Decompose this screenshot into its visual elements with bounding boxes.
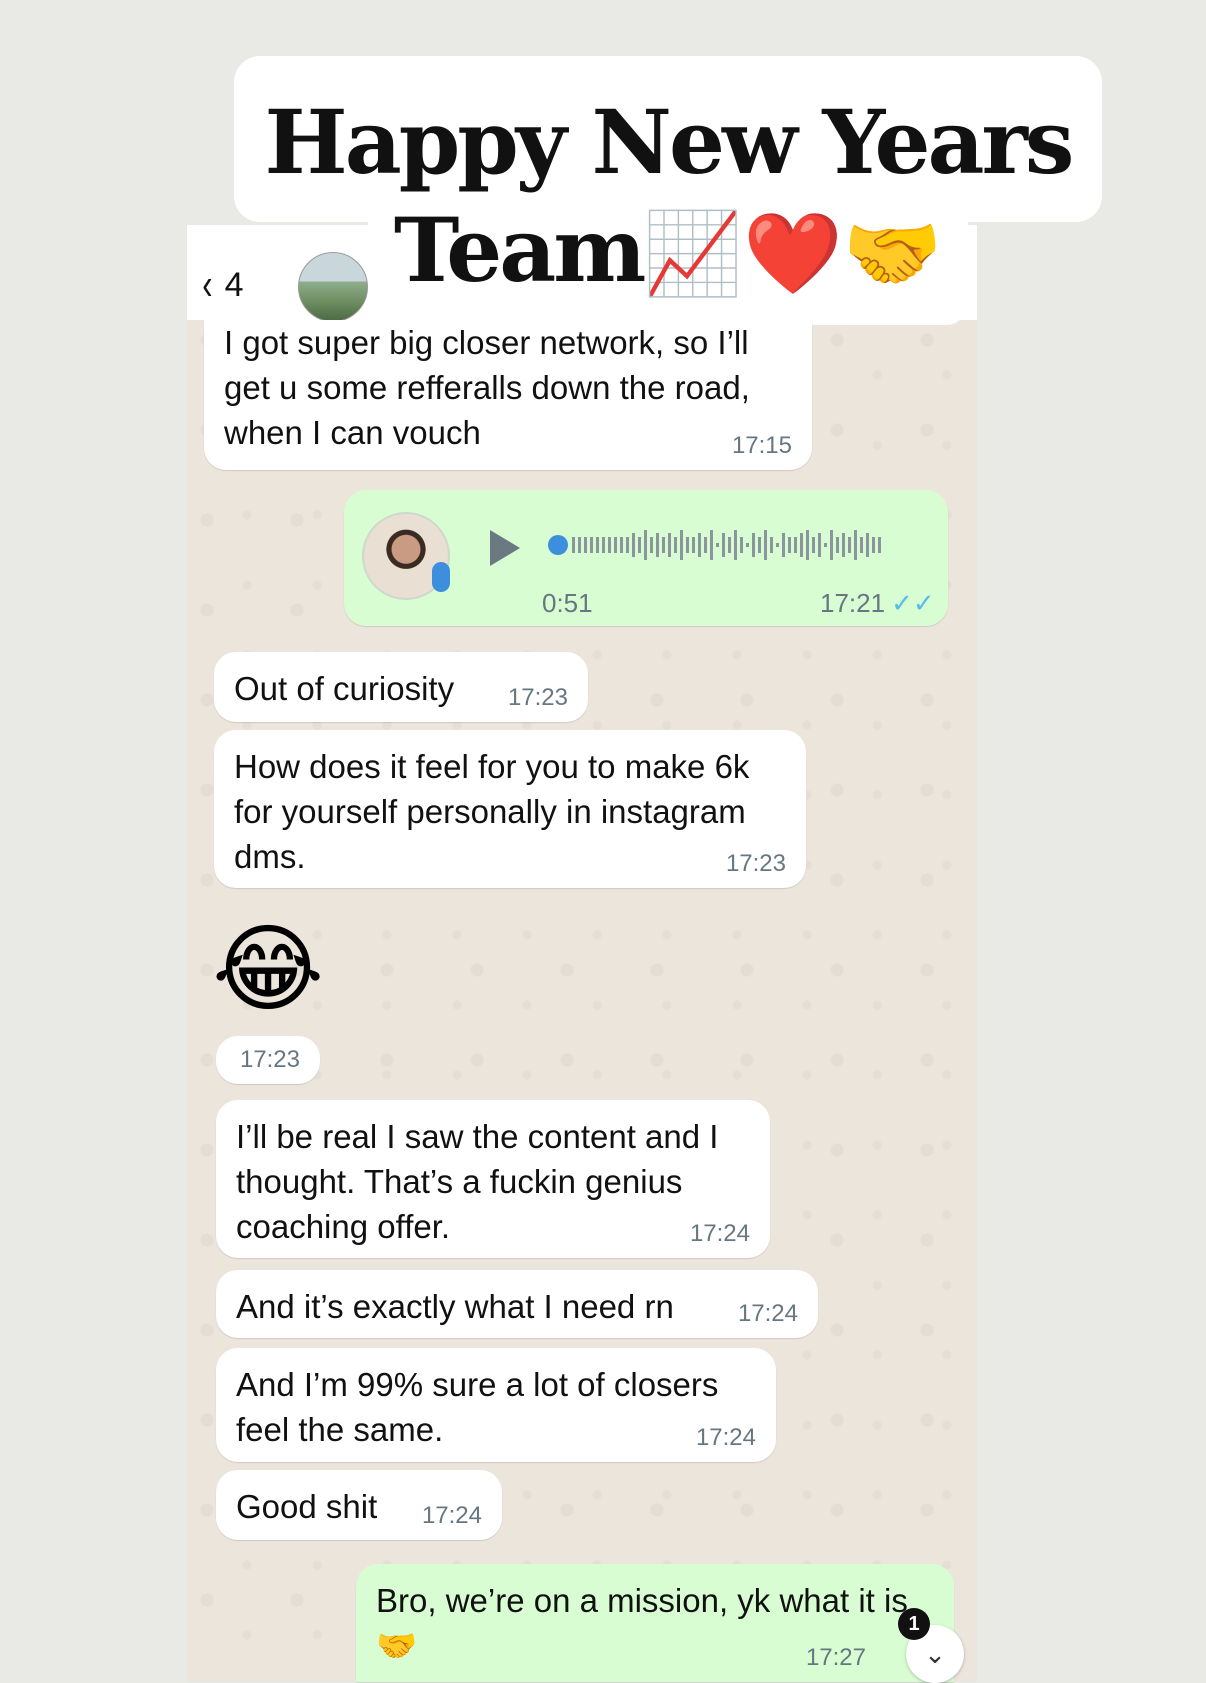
audio-waveform[interactable] — [548, 528, 920, 562]
message-time: 17:21 — [820, 588, 886, 618]
message-text: How does it feel for you to make 6k for … — [234, 748, 750, 875]
voice-duration: 0:51 — [542, 588, 593, 618]
message-time: 17:15 — [731, 432, 792, 459]
message-time: 17:23 — [725, 850, 786, 877]
read-ticks-icon: ✓✓ — [891, 588, 935, 618]
message-time: 17:24 — [421, 1502, 482, 1529]
message-bubble[interactable]: Good shit 17:24 — [216, 1470, 502, 1540]
message-bubble[interactable]: I’ll be real I saw the content and I tho… — [216, 1100, 770, 1258]
message-bubble[interactable]: 17:23 — [216, 1036, 320, 1084]
emoji-message[interactable]: 😂 — [212, 915, 324, 1025]
message-text: And it’s exactly what I need rn — [236, 1288, 674, 1325]
message-time: 17:24 — [695, 1424, 756, 1451]
message-bubble[interactable]: And it’s exactly what I need rn 17:24 — [216, 1270, 818, 1338]
message-bubble[interactable]: I got super big closer network, so I’ll … — [204, 320, 812, 470]
message-time: 17:23 — [507, 684, 568, 711]
message-time: 17:24 — [689, 1220, 750, 1247]
message-text: And I’m 99% sure a lot of closers feel t… — [236, 1366, 719, 1448]
message-bubble[interactable]: Bro, we’re on a mission, yk what it is 🤝… — [356, 1564, 954, 1682]
title-line-1: Happy New Years — [264, 90, 1075, 194]
message-time: 17:24 — [737, 1300, 798, 1327]
message-bubble[interactable]: Out of curiosity 17:23 — [214, 652, 588, 722]
message-bubble[interactable]: And I’m 99% sure a lot of closers feel t… — [216, 1348, 776, 1462]
story-title: Happy New Years Team📈❤️🤝 — [234, 88, 1102, 307]
message-text: Bro, we’re on a mission, yk what it is — [376, 1582, 908, 1619]
chevron-down-icon: ⌄ — [924, 1638, 946, 1669]
chevron-left-icon: ‹ — [202, 260, 213, 309]
message-bubble[interactable]: How does it feel for you to make 6k for … — [214, 730, 806, 888]
message-text: I got super big closer network, so I’ll … — [224, 324, 750, 451]
unread-badge: 1 — [898, 1608, 930, 1640]
play-icon[interactable] — [490, 530, 520, 566]
microphone-icon — [432, 562, 450, 592]
title-line-2: Team — [393, 198, 647, 302]
voice-time-row: 17:21 ✓✓ — [820, 588, 935, 619]
message-text: I’ll be real I saw the content and I tho… — [236, 1118, 719, 1245]
message-time: 17:23 — [239, 1046, 300, 1073]
message-time: 17:27 — [805, 1644, 866, 1671]
title-emojis: 📈❤️🤝 — [643, 206, 943, 300]
